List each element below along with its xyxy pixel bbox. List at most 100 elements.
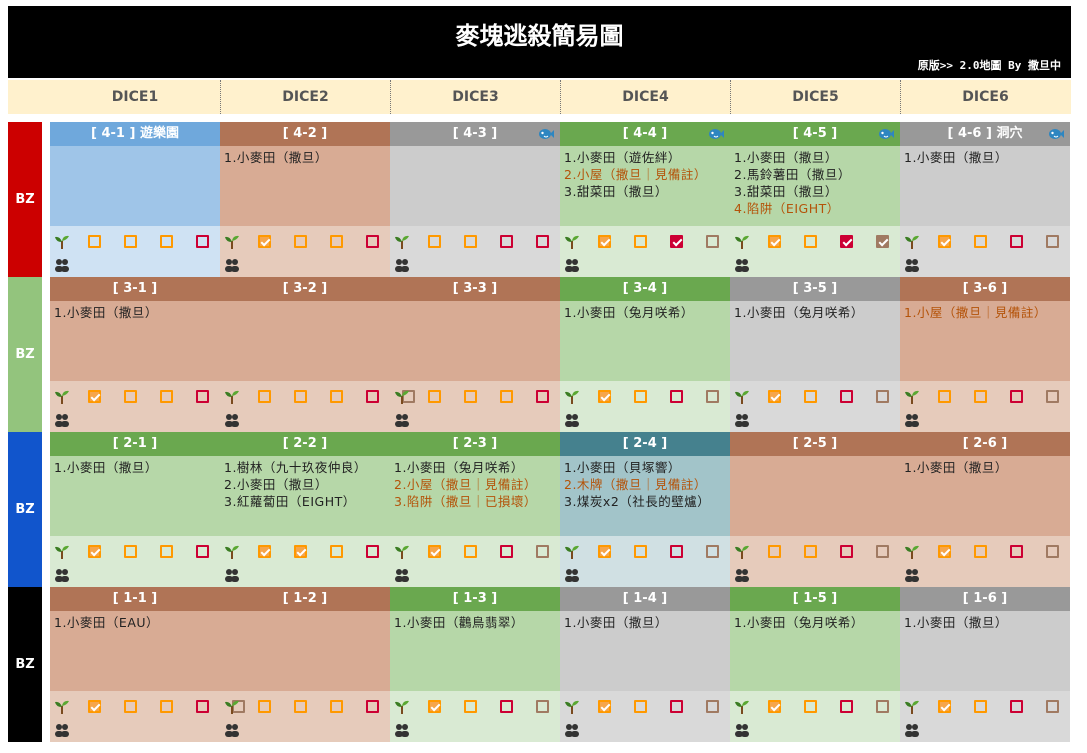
status-checkbox[interactable] (124, 390, 137, 403)
status-checkbox[interactable] (598, 545, 611, 558)
status-checkbox[interactable] (258, 700, 271, 713)
status-checkbox[interactable] (330, 700, 343, 713)
map-cell[interactable]: [ 2-4 ] 1.小麥田（貝塚響） 2.木牌（撒旦｜見備註） 3.煤炭x2（社長的壁… (560, 432, 730, 587)
status-checkbox[interactable] (124, 700, 137, 713)
status-checkbox[interactable] (124, 235, 137, 248)
status-checkbox[interactable] (536, 545, 549, 558)
status-checkbox[interactable] (706, 700, 719, 713)
map-cell[interactable]: [ 1-4 ] 1.小麥田（撒旦） (560, 587, 730, 742)
status-checkbox[interactable] (366, 545, 379, 558)
status-checkbox[interactable] (366, 390, 379, 403)
status-checkbox[interactable] (670, 390, 683, 403)
status-checkbox[interactable] (634, 700, 647, 713)
map-cell[interactable]: [ 4-6 ] 洞穴 1.小麥田（撒旦） (900, 122, 1070, 277)
map-cell[interactable]: [ 4-3 ] (390, 122, 585, 277)
status-checkbox[interactable] (804, 235, 817, 248)
status-checkbox[interactable] (536, 390, 549, 403)
status-checkbox[interactable] (366, 235, 379, 248)
status-checkbox[interactable] (1046, 235, 1059, 248)
map-cell[interactable]: [ 1-5 ] 1.小麥田（兔月咲希） (730, 587, 900, 742)
status-checkbox[interactable] (196, 545, 209, 558)
status-checkbox[interactable] (294, 235, 307, 248)
status-checkbox[interactable] (88, 390, 101, 403)
status-checkbox[interactable] (876, 235, 889, 248)
status-checkbox[interactable] (840, 235, 853, 248)
status-checkbox[interactable] (768, 390, 781, 403)
status-checkbox[interactable] (294, 700, 307, 713)
map-cell[interactable]: [ 4-1 ] 遊樂園 (50, 122, 245, 277)
status-checkbox[interactable] (160, 545, 173, 558)
status-checkbox[interactable] (124, 545, 137, 558)
status-checkbox[interactable] (1046, 390, 1059, 403)
status-checkbox[interactable] (294, 545, 307, 558)
status-checkbox[interactable] (706, 235, 719, 248)
status-checkbox[interactable] (974, 545, 987, 558)
map-cell[interactable]: [ 2-1 ] 1.小麥田（撒旦） (50, 432, 245, 587)
status-checkbox[interactable] (1046, 700, 1059, 713)
status-checkbox[interactable] (330, 545, 343, 558)
status-checkbox[interactable] (974, 390, 987, 403)
status-checkbox[interactable] (938, 235, 951, 248)
status-checkbox[interactable] (634, 545, 647, 558)
status-checkbox[interactable] (938, 545, 951, 558)
map-cell[interactable]: [ 1-6 ] 1.小麥田（撒旦） (900, 587, 1070, 742)
status-checkbox[interactable] (840, 545, 853, 558)
status-checkbox[interactable] (464, 390, 477, 403)
status-checkbox[interactable] (464, 235, 477, 248)
status-checkbox[interactable] (938, 390, 951, 403)
map-cell[interactable]: [ 4-2 ] 1.小麥田（撒旦） (220, 122, 415, 277)
status-checkbox[interactable] (1010, 235, 1023, 248)
status-checkbox[interactable] (160, 390, 173, 403)
status-checkbox[interactable] (366, 700, 379, 713)
status-checkbox[interactable] (706, 545, 719, 558)
status-checkbox[interactable] (294, 390, 307, 403)
status-checkbox[interactable] (634, 390, 647, 403)
status-checkbox[interactable] (768, 700, 781, 713)
status-checkbox[interactable] (464, 700, 477, 713)
status-checkbox[interactable] (768, 235, 781, 248)
status-checkbox[interactable] (598, 700, 611, 713)
map-cell[interactable]: [ 4-4 ] 1.小麥田（遊佐絆） 2.小屋（撒旦｜見備註） 3.甜菜田（撒旦） (560, 122, 730, 277)
status-checkbox[interactable] (876, 390, 889, 403)
status-checkbox[interactable] (196, 700, 209, 713)
status-checkbox[interactable] (876, 700, 889, 713)
map-cell[interactable]: [ 2-3 ] 1.小麥田（兔月咲希） 2.小屋（撒旦｜見備註） 3.陷阱（撒旦｜已損… (390, 432, 560, 587)
status-checkbox[interactable] (634, 235, 647, 248)
status-checkbox[interactable] (598, 390, 611, 403)
status-checkbox[interactable] (536, 700, 549, 713)
map-cell[interactable]: [ 3-6 ] 1.小屋（撒旦｜見備註） (900, 277, 1070, 432)
status-checkbox[interactable] (768, 545, 781, 558)
status-checkbox[interactable] (258, 235, 271, 248)
map-cell[interactable]: [ 2-2 ] 1.樹林（九十玖夜仲良） 2.小麥田（撒旦） 3.紅蘿蔔田（EIGHT… (220, 432, 415, 587)
status-checkbox[interactable] (840, 390, 853, 403)
status-checkbox[interactable] (974, 235, 987, 248)
status-checkbox[interactable] (500, 235, 513, 248)
map-cell[interactable]: [ 4-5 ] 1.小麥田（撒旦） 2.馬鈴薯田（撒旦） 3.甜菜田（撒旦） 4.陷阱（… (730, 122, 900, 277)
status-checkbox[interactable] (330, 390, 343, 403)
status-checkbox[interactable] (88, 545, 101, 558)
map-cell[interactable]: [ 2-5 ] (730, 432, 900, 587)
status-checkbox[interactable] (160, 700, 173, 713)
status-checkbox[interactable] (536, 235, 549, 248)
status-checkbox[interactable] (330, 235, 343, 248)
status-checkbox[interactable] (428, 545, 441, 558)
status-checkbox[interactable] (670, 545, 683, 558)
status-checkbox[interactable] (706, 390, 719, 403)
status-checkbox[interactable] (428, 700, 441, 713)
status-checkbox[interactable] (196, 390, 209, 403)
status-checkbox[interactable] (428, 390, 441, 403)
map-cell[interactable]: [ 3-5 ] 1.小麥田（兔月咲希） (730, 277, 900, 432)
status-checkbox[interactable] (500, 390, 513, 403)
status-checkbox[interactable] (196, 235, 209, 248)
status-checkbox[interactable] (804, 545, 817, 558)
map-cell[interactable]: [ 3-4 ] 1.小麥田（兔月咲希） (560, 277, 730, 432)
status-checkbox[interactable] (258, 390, 271, 403)
status-checkbox[interactable] (464, 545, 477, 558)
status-checkbox[interactable] (876, 545, 889, 558)
map-cell[interactable]: [ 1-3 ] 1.小麥田（鸛鳥翡翠） (390, 587, 560, 742)
status-checkbox[interactable] (974, 700, 987, 713)
status-checkbox[interactable] (88, 235, 101, 248)
map-cell[interactable]: [ 3-1 ] 1.小麥田（撒旦） (50, 277, 245, 432)
status-checkbox[interactable] (598, 235, 611, 248)
status-checkbox[interactable] (804, 390, 817, 403)
